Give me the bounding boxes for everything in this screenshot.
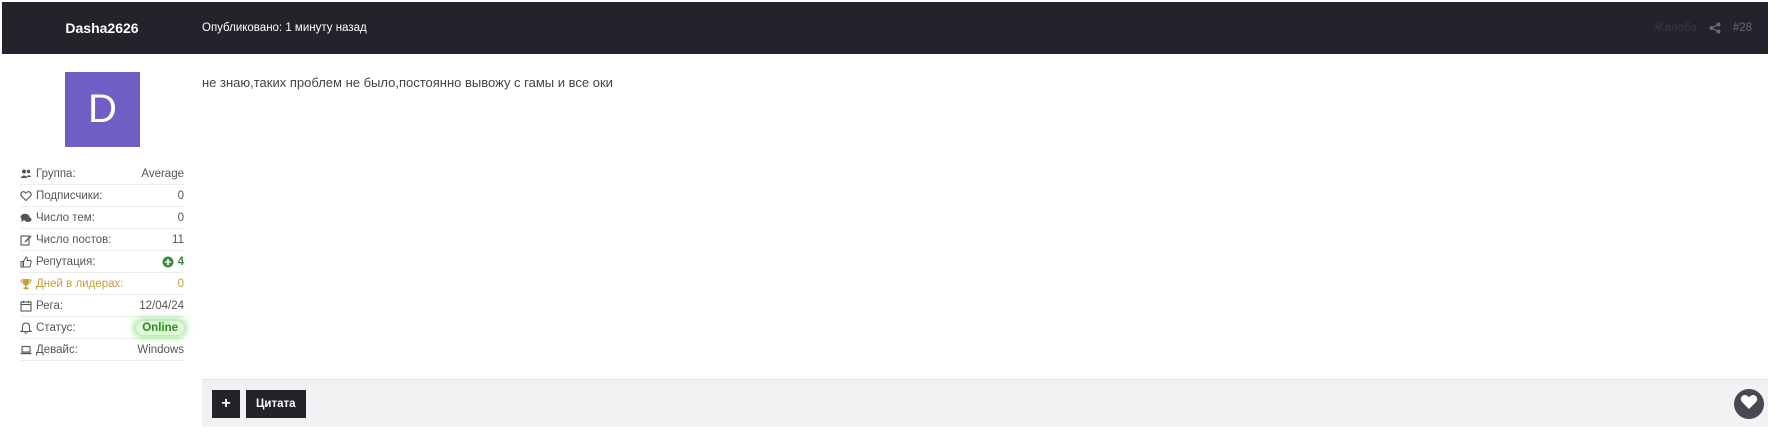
stat-followers: Подписчики: 0	[20, 185, 184, 207]
stat-label-registered: Рега:	[36, 299, 64, 312]
stat-days-leader: Дней в лидерах: 0	[20, 273, 184, 295]
stat-value-reputation: 4	[177, 255, 184, 268]
status-badge: Online	[136, 320, 184, 335]
post-footer: + Цитата	[202, 379, 1768, 427]
stat-label-group: Группа:	[36, 167, 76, 180]
header-actions: Жалоба #28	[1654, 2, 1752, 54]
stat-registered: Рега: 12/04/24	[20, 295, 184, 317]
author-sidebar: D Группа: Average Подписчики: 0 Число те…	[19, 72, 184, 361]
report-link[interactable]: Жалоба	[1654, 22, 1697, 34]
stat-topics: Число тем: 0	[20, 207, 184, 229]
bell-icon	[19, 321, 33, 334]
stat-value-group[interactable]: Average	[141, 168, 184, 180]
post-content: не знаю,таких проблем не было,постоянно …	[202, 75, 613, 90]
stat-value-days-leader: 0	[177, 277, 184, 290]
stat-value-followers: 0	[177, 189, 184, 202]
forum-post: Dasha2626 Опубликовано: 1 минуту назад Ж…	[2, 2, 1768, 432]
like-button[interactable]	[1734, 389, 1764, 419]
stat-device: Девайс: Windows	[20, 339, 184, 361]
stat-value-registered: 12/04/24	[139, 299, 184, 312]
laptop-icon	[20, 344, 32, 356]
stat-label-status: Статус:	[36, 321, 76, 334]
stat-label-days-leader[interactable]: Дней в лидерах:	[36, 278, 123, 290]
share-icon[interactable]	[1709, 22, 1721, 34]
post-number-link[interactable]: #28	[1733, 22, 1752, 34]
published-time[interactable]: Опубликовано: 1 минуту назад	[202, 2, 367, 54]
quote-button[interactable]: Цитата	[246, 390, 306, 418]
calendar-icon	[20, 300, 32, 312]
users-icon	[20, 168, 32, 180]
trophy-icon	[20, 278, 32, 290]
stat-value-topics: 0	[177, 211, 184, 224]
thumbs-up-icon	[20, 255, 32, 268]
comments-icon	[20, 212, 32, 224]
edit-icon	[20, 234, 32, 246]
avatar[interactable]: D	[65, 72, 140, 147]
stat-label-posts: Число постов:	[36, 233, 112, 246]
stat-value-device: Windows	[137, 343, 184, 356]
multiquote-button[interactable]: +	[212, 390, 240, 418]
stat-label-reputation: Репутация:	[36, 255, 96, 268]
author-stats: Группа: Average Подписчики: 0 Число тем:…	[19, 163, 184, 361]
heart-icon	[1740, 394, 1758, 415]
stat-group: Группа: Average	[20, 163, 184, 185]
stat-label-topics: Число тем:	[36, 211, 95, 224]
heart-outline-icon	[20, 190, 32, 202]
stat-value-posts: 11	[172, 233, 184, 246]
plus-circle-icon	[162, 256, 174, 268]
stat-posts: Число постов: 11	[20, 229, 184, 251]
post-header: Dasha2626 Опубликовано: 1 минуту назад Ж…	[2, 2, 1768, 54]
author-name[interactable]: Dasha2626	[2, 2, 202, 54]
stat-label-device: Девайс:	[36, 343, 78, 356]
stat-reputation: Репутация: 4	[20, 251, 184, 273]
stat-label-followers: Подписчики:	[36, 189, 103, 202]
stat-status: Статус: Online	[19, 317, 184, 339]
reputation-value[interactable]: 4	[162, 256, 184, 268]
